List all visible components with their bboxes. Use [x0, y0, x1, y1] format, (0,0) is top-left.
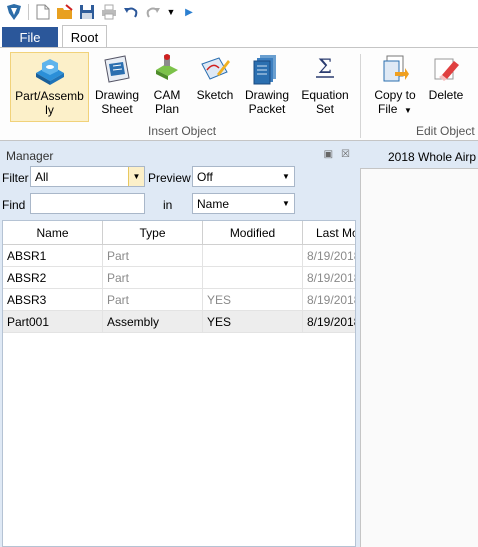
sketch-icon	[198, 52, 232, 86]
cell-last-modified: 8/19/2018	[307, 293, 356, 307]
cell-type: Part	[103, 289, 203, 311]
cell-modified	[203, 245, 303, 267]
redo-icon[interactable]	[142, 1, 164, 23]
filter-label: Filter	[2, 171, 29, 185]
ribbon-group-divider	[360, 54, 361, 138]
drawing-sheet-label-2: Sheet	[101, 102, 133, 116]
new-icon[interactable]	[32, 1, 54, 23]
more-icon[interactable]: ▶	[178, 1, 200, 23]
table-row-selected[interactable]: Part001 Assembly YES 8/19/2018	[3, 311, 356, 333]
find-label: Find	[2, 198, 26, 212]
sketch-button[interactable]: Sketch	[193, 52, 237, 122]
print-icon[interactable]	[98, 1, 120, 23]
column-header-modified[interactable]: Modified	[203, 221, 303, 245]
search-in-select[interactable]: Name ▼	[192, 193, 295, 214]
sigma-icon: Σ	[308, 52, 342, 86]
document-canvas[interactable]	[360, 168, 478, 547]
copy-to-file-icon	[378, 52, 412, 86]
drawing-packet-icon	[250, 52, 284, 86]
filter-select[interactable]: All ▼	[30, 166, 145, 187]
ribbon-tab-strip: File Root	[0, 24, 478, 48]
cam-plan-button[interactable]: CAM Plan	[146, 52, 188, 122]
preview-label: Preview	[148, 171, 191, 185]
copy-to-file-label-2: File ▼	[378, 102, 412, 116]
find-input[interactable]	[30, 193, 145, 214]
delete-label-1: Delete	[428, 88, 464, 102]
save-icon[interactable]	[76, 1, 98, 23]
filter-value: All	[35, 169, 49, 184]
cell-name: ABSR2	[3, 267, 103, 289]
ribbon: Part/Assemb ly Drawing Sheet CAM Plan Sk…	[0, 47, 478, 141]
table-row[interactable]: ABSR2 Part 8/19/2018	[3, 267, 356, 289]
chevron-down-icon: ▼	[128, 167, 144, 186]
tab-file[interactable]: File	[2, 27, 58, 48]
eraser-icon	[429, 52, 463, 86]
part-assembly-button[interactable]: Part/Assemb ly	[10, 52, 89, 122]
copy-to-file-label-1: Copy to	[374, 88, 416, 102]
drawing-sheet-label-1: Drawing	[94, 88, 139, 102]
table-row[interactable]: ABSR3 Part YES 8/19/2018	[3, 289, 356, 311]
drawing-packet-button[interactable]: Drawing Packet	[242, 52, 292, 122]
table-header: Name Type Modified Last Mo	[3, 221, 355, 245]
copy-to-file-button[interactable]: Copy to File ▼	[370, 52, 420, 122]
quick-access-toolbar: ▼ ▶	[0, 0, 478, 24]
cell-type: Assembly	[103, 311, 203, 333]
delete-button[interactable]: Delete	[426, 52, 466, 122]
cell-last-modified: 8/19/2018	[307, 315, 356, 329]
cell-last-modified: 8/19/2018	[307, 271, 356, 285]
drawing-packet-label-1: Drawing	[244, 88, 289, 102]
chevron-down-icon: ▼	[282, 172, 290, 181]
open-icon[interactable]	[54, 1, 76, 23]
equation-set-button[interactable]: Σ Equation Set	[298, 52, 352, 122]
cell-modified: YES	[203, 311, 303, 333]
undo-icon[interactable]	[120, 1, 142, 23]
cam-plan-icon	[150, 52, 184, 86]
in-label: in	[163, 198, 173, 212]
toolbar-divider	[28, 4, 29, 20]
preview-value: Off	[197, 169, 213, 184]
app-icon[interactable]	[3, 1, 25, 23]
insert-object-group-label: Insert Object	[148, 124, 217, 138]
equation-set-label-1: Equation	[301, 88, 349, 102]
cell-name: ABSR3	[3, 289, 103, 311]
edit-object-group-label: Edit Object	[416, 124, 475, 138]
chevron-down-icon: ▼	[282, 199, 290, 208]
chevron-down-icon: ▼	[404, 106, 412, 115]
drawing-sheet-icon	[100, 52, 134, 86]
svg-text:Σ: Σ	[318, 55, 332, 78]
cam-plan-label-1: CAM	[153, 88, 181, 102]
drawing-sheet-button[interactable]: Drawing Sheet	[92, 52, 142, 122]
close-icon[interactable]: ☒	[341, 149, 350, 160]
part-assembly-label-2: ly	[45, 103, 54, 117]
cam-plan-label-2: Plan	[154, 102, 180, 116]
column-header-type[interactable]: Type	[103, 221, 203, 245]
cell-type: Part	[103, 267, 203, 289]
part-assembly-label-1: Part/Assemb	[15, 89, 84, 103]
customize-icon[interactable]: ▼	[164, 1, 178, 23]
pin-icon[interactable]: ▣	[324, 149, 333, 160]
document-pane: 2018 Whole Airp	[358, 146, 478, 547]
cell-last-modified: 8/19/2018	[307, 249, 356, 263]
cell-name: ABSR1	[3, 245, 103, 267]
column-header-last-modified[interactable]: Last Mo	[303, 221, 355, 245]
cell-type: Part	[103, 245, 203, 267]
manager-panel: Manager ▣ ☒ Filter All ▼ Preview Off ▼ F…	[0, 146, 356, 547]
document-tab[interactable]: 2018 Whole Airp	[388, 150, 476, 164]
cell-name: Part001	[3, 311, 103, 333]
manager-title: Manager	[6, 149, 54, 163]
table-row[interactable]: ABSR1 Part 8/19/2018	[3, 245, 356, 267]
search-in-value: Name	[197, 196, 230, 211]
column-header-name[interactable]: Name	[3, 221, 103, 245]
cell-modified: YES	[203, 289, 303, 311]
drawing-packet-label-2: Packet	[248, 102, 286, 116]
object-table: Name Type Modified Last Mo ABSR1 Part 8/…	[2, 220, 356, 547]
tab-root[interactable]: Root	[62, 25, 107, 48]
sketch-label-1: Sketch	[196, 88, 234, 102]
manager-window-controls: ▣ ☒	[324, 149, 350, 160]
cell-modified	[203, 267, 303, 289]
part-assembly-icon	[33, 53, 67, 87]
preview-select[interactable]: Off ▼	[192, 166, 295, 187]
equation-set-label-2: Set	[315, 102, 334, 116]
